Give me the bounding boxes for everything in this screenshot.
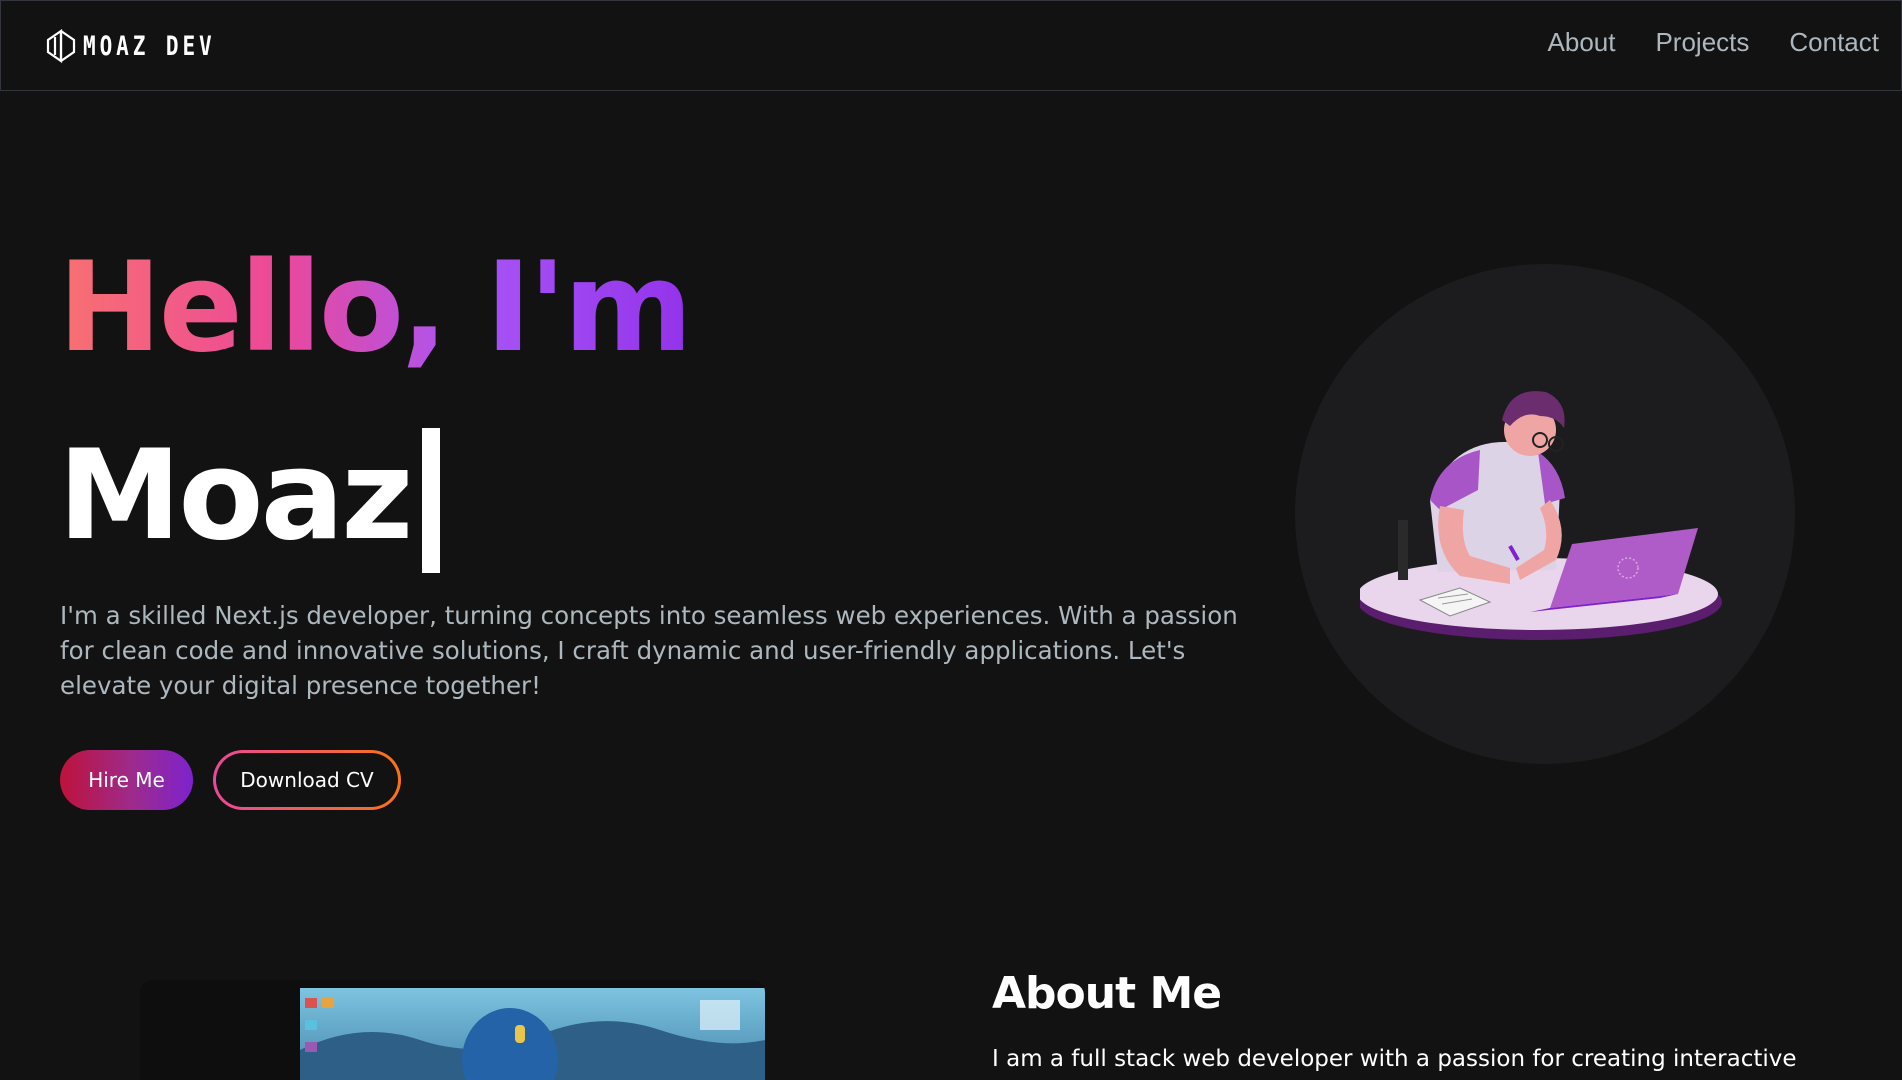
hero-name-line: Moaz	[58, 420, 441, 573]
navbar: MOAZ DEV About Projects Contact	[0, 0, 1902, 91]
logo-icon	[46, 29, 76, 63]
hire-me-button[interactable]: Hire Me	[60, 750, 193, 810]
about-title: About Me	[992, 968, 1222, 1019]
developer-illustration	[1360, 391, 1722, 640]
logo[interactable]: MOAZ DEV	[45, 29, 253, 63]
download-cv-button[interactable]: Download CV	[213, 750, 401, 810]
download-cv-label: Download CV	[216, 753, 398, 807]
hero-greeting: Hello, I'm	[58, 236, 693, 380]
hero-description: I'm a skilled Next.js developer, turning…	[60, 601, 1238, 700]
nav-link-projects[interactable]: Projects	[1655, 27, 1749, 58]
typing-cursor	[422, 428, 441, 573]
nav-links: About Projects Contact	[1548, 27, 1879, 58]
logo-text: MOAZ DEV	[83, 30, 216, 62]
about-image	[140, 980, 765, 1080]
hero-name: Moaz	[58, 424, 413, 569]
nav-link-contact[interactable]: Contact	[1789, 27, 1879, 58]
about-screenshot-image	[140, 980, 765, 1080]
about-text: I am a full stack web developer with a p…	[992, 1046, 1797, 1072]
nav-link-about[interactable]: About	[1548, 27, 1616, 58]
page: MOAZ DEV About Projects Contact Hello, I…	[0, 0, 1902, 1080]
